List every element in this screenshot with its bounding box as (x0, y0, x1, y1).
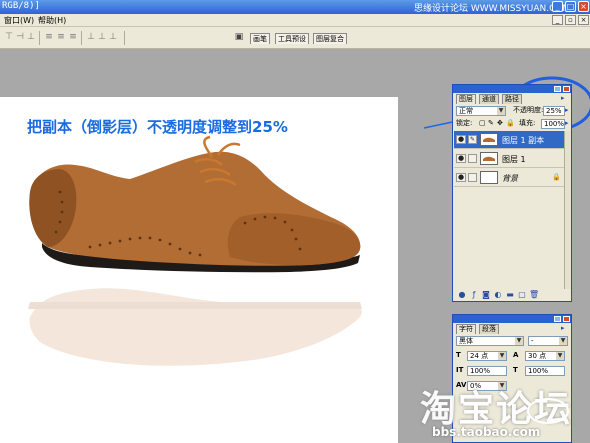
menu-item-window[interactable]: 窗口(W) (4, 15, 34, 26)
layer-name[interactable]: 背景 (502, 173, 518, 184)
opacity-slider-icon[interactable]: ▸ (565, 106, 569, 115)
adjustment-layer-icon[interactable]: ◐ (493, 290, 503, 299)
layer-style-icon[interactable]: ƒ (469, 290, 479, 299)
doc-minimize-icon[interactable]: _ (552, 15, 563, 25)
visibility-eye-icon[interactable]: ● (456, 135, 466, 144)
palette-well-tab-brushes[interactable]: 画笔 (250, 33, 270, 44)
tab-paths[interactable]: 路径 (502, 94, 522, 104)
layer-name[interactable]: 图层 1 (502, 154, 526, 165)
horizontal-scale-field[interactable]: 100% (525, 366, 565, 376)
layers-panel-titlebar (453, 85, 571, 93)
align-bottom-icon[interactable]: ⊥ (26, 32, 36, 43)
panel-close-icon[interactable] (563, 86, 570, 92)
delete-layer-icon[interactable]: 🗑 (529, 290, 539, 299)
lock-label: 锁定: (456, 119, 473, 127)
visibility-eye-icon[interactable]: ● (456, 154, 466, 163)
layer-row[interactable]: ● 背景 🔒 (454, 169, 564, 187)
horizontal-scale-icon: T (513, 366, 518, 374)
distribute-top-icon[interactable]: ⊥ (86, 32, 96, 43)
menu-item-help[interactable]: 帮助(H) (38, 15, 66, 26)
lock-all-icon[interactable]: 🔒 (506, 119, 515, 128)
vertical-scale-icon: IT (456, 366, 464, 374)
doc-restore-icon[interactable]: ▫ (565, 15, 576, 25)
shoe-toe-cap (227, 213, 361, 266)
font-family-select[interactable]: 黑体 (456, 336, 524, 346)
maximize-icon[interactable]: □ (565, 1, 576, 12)
opacity-field[interactable]: 25% (543, 106, 565, 116)
font-size-icon: T (456, 351, 461, 359)
tab-paragraph[interactable]: 段落 (479, 324, 499, 334)
layers-scrollbar[interactable] (564, 131, 571, 289)
layer-thumbnail (480, 152, 498, 165)
link-layers-icon[interactable]: ● (457, 290, 467, 299)
lock-icon: 🔒 (552, 173, 561, 181)
shoe-image (28, 135, 362, 366)
align-middle-icon[interactable]: ⊣ (15, 32, 25, 43)
align-center-icon[interactable]: ≡ (56, 32, 66, 43)
forum-url-watermark: bbs.taobao.com (432, 425, 541, 439)
logo-ring (527, 398, 569, 424)
layer-thumbnail (480, 171, 498, 184)
new-group-icon[interactable]: ▬ (505, 290, 515, 299)
options-toolbar: ⊤ ⊣ ⊥ ≡ ≡ ≡ ⊥ ⊥ ⊥ ▣ 画笔 工具预设 图层复合 (0, 27, 590, 49)
minimize-icon[interactable]: _ (552, 1, 563, 12)
panel-minimize-icon[interactable] (554, 316, 561, 322)
vertical-scale-field[interactable]: 100% (467, 366, 507, 376)
fill-slider-icon[interactable]: ▸ (565, 119, 569, 128)
align-right-icon[interactable]: ≡ (68, 32, 78, 43)
lock-transparency-icon[interactable]: ▢ (479, 119, 486, 128)
leading-icon: A (513, 351, 519, 359)
tab-layers[interactable]: 图层 (456, 94, 476, 104)
brush-link-icon[interactable]: ✎ (468, 135, 477, 144)
toolbar-divider (81, 31, 82, 45)
chevron-down-icon[interactable]: ▼ (515, 337, 523, 345)
panel-close-icon[interactable] (563, 316, 570, 322)
layer-thumbnail (480, 133, 498, 146)
align-top-icon[interactable]: ⊤ (4, 32, 14, 43)
fill-label: 填充: (519, 119, 536, 127)
toolbar-divider (39, 31, 40, 45)
file-browser-icon[interactable]: ▣ (234, 32, 244, 43)
layer-mask-icon[interactable]: ◙ (481, 290, 491, 299)
new-layer-icon[interactable]: ▢ (517, 290, 527, 299)
menu-bar: 窗口(W) 帮助(H) _ ▫ × (0, 14, 590, 27)
align-left-icon[interactable]: ≡ (44, 32, 54, 43)
toolbar-divider (124, 31, 125, 45)
tab-character[interactable]: 字符 (456, 324, 476, 334)
panel-minimize-icon[interactable] (554, 86, 561, 92)
chevron-down-icon[interactable]: ▼ (498, 352, 506, 360)
lock-position-icon[interactable]: ✥ (497, 119, 503, 128)
palette-well-tab-tool-presets[interactable]: 工具预设 (275, 33, 309, 44)
chevron-down-icon[interactable]: ▼ (497, 107, 505, 115)
tab-channels[interactable]: 通道 (479, 94, 499, 104)
palette-well-tab-layer-comps[interactable]: 图层复合 (313, 33, 347, 44)
site-watermark: 思缘设计论坛 WWW.MISSYUAN.COM (414, 4, 571, 14)
link-icon[interactable] (468, 154, 477, 163)
layer-row[interactable]: ● ✎ 图层 1 副本 (454, 131, 564, 149)
document-canvas[interactable] (0, 97, 398, 443)
title-bar: RGB/8)] 思缘设计论坛 WWW.MISSYUAN.COM _ □ × (0, 0, 590, 14)
close-icon[interactable]: × (578, 1, 589, 12)
distribute-middle-icon[interactable]: ⊥ (97, 32, 107, 43)
panel-menu-icon[interactable]: ▸ (561, 324, 565, 333)
chevron-down-icon[interactable]: ▼ (556, 352, 564, 360)
character-panel-titlebar (453, 315, 571, 323)
layer-row[interactable]: ● 图层 1 (454, 150, 564, 168)
fill-field[interactable]: 100% (541, 119, 565, 129)
link-icon[interactable] (468, 173, 477, 182)
layers-bottom-toolbar: ● ƒ ◙ ◐ ▬ ▢ 🗑 (455, 289, 565, 301)
distribute-bottom-icon[interactable]: ⊥ (108, 32, 118, 43)
opacity-label: 不透明度: (513, 106, 544, 114)
layer-name[interactable]: 图层 1 副本 (502, 135, 544, 146)
lock-image-icon[interactable]: ✎ (488, 119, 494, 128)
chevron-down-icon[interactable]: ▼ (559, 337, 567, 345)
layers-panel: 图层 通道 路径 ▸ 正常 ▼ 不透明度: 25% ▸ 锁定: ▢ ✎ ✥ 🔒 … (452, 84, 572, 302)
doc-close-icon[interactable]: × (578, 15, 589, 25)
shoe-reflection (28, 288, 362, 366)
visibility-eye-icon[interactable]: ● (456, 173, 466, 182)
panel-menu-icon[interactable]: ▸ (561, 94, 565, 103)
window-title: RGB/8)] (2, 1, 40, 11)
annotation-text: 把副本（倒影层）不透明度调整到25% (27, 118, 288, 136)
